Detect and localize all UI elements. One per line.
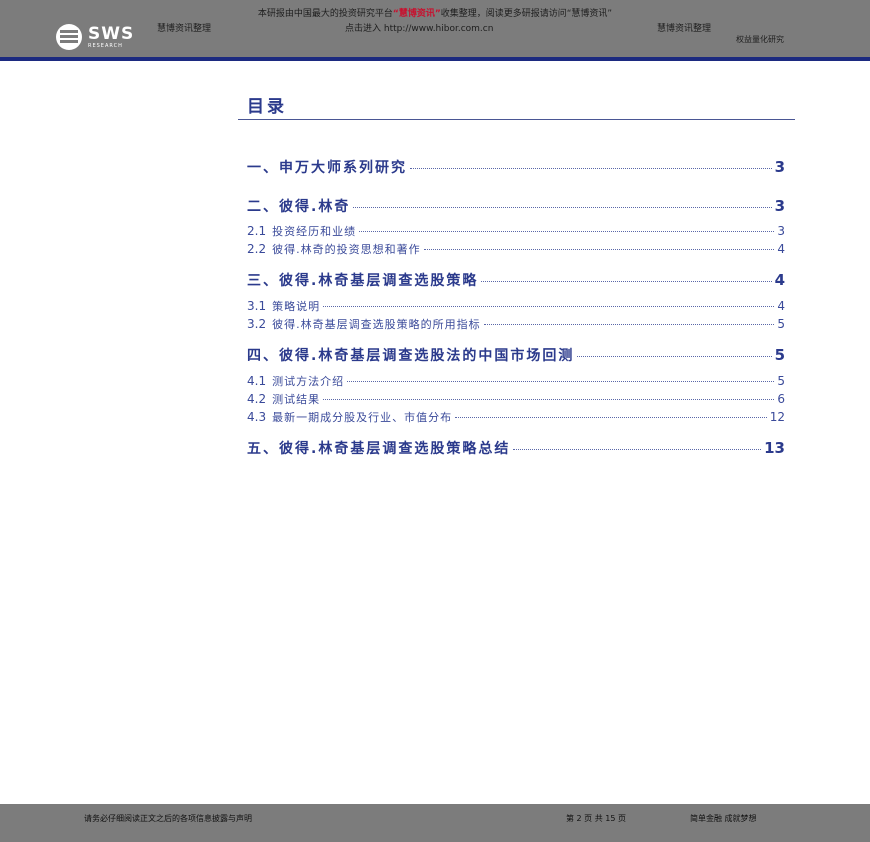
report-category: 权益量化研究 [736,35,784,44]
toc-entry-4-1[interactable]: 4.1 测试方法介绍 5 [247,373,785,389]
toc-entry-1[interactable]: 一、申万大师系列研究 3 [247,157,785,177]
toc-entry-2-1[interactable]: 2.1 投资经历和业绩 3 [247,223,785,239]
toc-entry-3-1[interactable]: 3.1 策略说明 4 [247,298,785,314]
toc-title-divider [238,119,795,120]
toc-entry-2-2[interactable]: 2.2 彼得.林奇的投资思想和著作 4 [247,241,785,257]
sws-logo: SWS RESEARCH [56,24,134,50]
toc-title: 目录 [247,97,287,117]
toc-entry-3-2[interactable]: 3.2 彼得.林奇基层调查选股策略的所用指标 5 [247,316,785,332]
logo-text: SWS [88,23,135,44]
toc-entry-4-3[interactable]: 4.3 最新一期成分股及行业、市值分布 12 [247,409,785,425]
page-footer: 请务必仔细阅读正文之后的各项信息披露与声明 第 2 页 共 15 页 简单金融 … [0,804,870,842]
header-right-tag: 慧博资讯整理 [657,24,712,34]
sws-logo-icon [56,24,82,50]
header-left-tag: 慧博资讯整理 [157,24,212,34]
footer-slogan: 简单金融 成就梦想 [690,814,757,823]
header-divider [0,57,870,61]
header-notice: 本研报由中国最大的投资研究平台“慧博资讯”收集整理，阅读更多研报请访问“慧博资讯… [257,9,613,19]
header-notice-highlight[interactable]: “慧博资讯” [393,9,441,19]
toc-entry-5[interactable]: 五、彼得.林奇基层调查选股策略总结 13 [247,438,785,458]
toc-entry-2[interactable]: 二、彼得.林奇 3 [247,196,785,216]
page-header: 本研报由中国最大的投资研究平台“慧博资讯”收集整理，阅读更多研报请访问“慧博资讯… [0,0,870,57]
footer-page-info: 第 2 页 共 15 页 [566,814,626,823]
header-url-link[interactable]: 点击进入 http://www.hibor.com.cn [345,21,493,34]
logo-subtext: RESEARCH [88,42,123,49]
toc-entry-4[interactable]: 四、彼得.林奇基层调查选股法的中国市场回测 5 [247,345,785,365]
footer-disclaimer: 请务必仔细阅读正文之后的各项信息披露与声明 [84,814,252,823]
toc-entry-4-2[interactable]: 4.2 测试结果 6 [247,391,785,407]
toc-entry-3[interactable]: 三、彼得.林奇基层调查选股策略 4 [247,270,785,290]
